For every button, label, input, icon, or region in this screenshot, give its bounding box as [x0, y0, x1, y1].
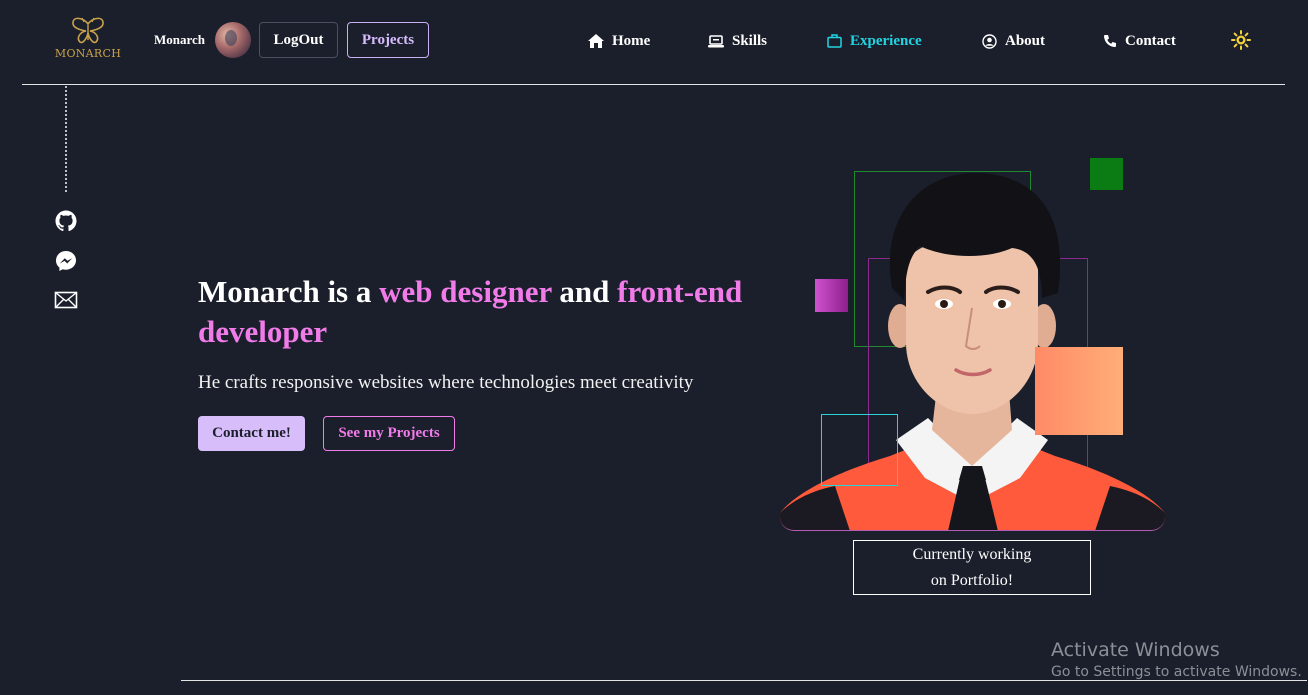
briefcase-icon — [827, 34, 842, 48]
theme-toggle[interactable] — [1231, 30, 1251, 50]
mail-icon — [54, 291, 78, 309]
windows-activation-title: Activate Windows — [1051, 639, 1220, 661]
site-header: MONARCH Monarch LogOut Projects Home Ski… — [0, 0, 1308, 84]
see-projects-button[interactable]: See my Projects — [323, 416, 455, 451]
avatar[interactable] — [215, 22, 251, 58]
windows-activation-subtitle: Go to Settings to activate Windows. — [1051, 664, 1302, 680]
home-icon — [588, 34, 604, 48]
status-caption-line2: on Portfolio! — [930, 572, 1014, 589]
logo-text: MONARCH — [54, 47, 122, 60]
decor-peach-square — [1035, 347, 1123, 435]
header-divider — [22, 84, 1285, 85]
hero-title: Monarch is a web designer and front-end … — [198, 272, 798, 352]
nav-about[interactable]: About — [982, 31, 1045, 51]
nav-contact-label: Contact — [1125, 32, 1176, 49]
projects-button[interactable]: Projects — [347, 22, 429, 58]
butterfly-logo-icon — [72, 17, 104, 44]
section-divider — [181, 680, 1307, 681]
messenger-link[interactable] — [54, 249, 78, 273]
sun-icon — [1231, 30, 1251, 50]
user-name: Monarch — [154, 32, 206, 47]
hero-title-part2: and — [551, 274, 618, 309]
github-icon — [55, 210, 77, 232]
github-link[interactable] — [54, 209, 78, 233]
nav-skills[interactable]: Skills — [708, 31, 767, 51]
social-rail-line — [65, 86, 67, 192]
nav-home[interactable]: Home — [588, 31, 650, 51]
phone-icon — [1104, 35, 1116, 47]
messenger-icon — [56, 251, 76, 271]
decor-cyan-outline-square — [821, 414, 898, 486]
hero-title-highlight-role1: web designer — [379, 274, 552, 309]
brand-logo[interactable]: MONARCH — [54, 16, 122, 60]
contact-me-button[interactable]: Contact me! — [198, 416, 305, 451]
status-caption-line1: Currently working — [912, 546, 1032, 563]
logout-button[interactable]: LogOut — [259, 22, 338, 58]
nav-home-label: Home — [612, 32, 651, 49]
mail-link[interactable] — [54, 288, 78, 312]
hero-subtitle: He crafts responsive websites where tech… — [198, 372, 694, 393]
nav-skills-label: Skills — [732, 32, 768, 49]
nav-about-label: About — [1005, 32, 1046, 49]
nav-contact[interactable]: Contact — [1103, 31, 1176, 51]
status-caption: Currently working on Portfolio! — [853, 540, 1091, 595]
laptop-icon — [708, 34, 724, 47]
nav-experience[interactable]: Experience — [827, 31, 922, 51]
user-circle-icon — [982, 33, 997, 49]
hero-title-part1: Monarch is a — [198, 274, 380, 309]
nav-experience-label: Experience — [850, 32, 922, 49]
